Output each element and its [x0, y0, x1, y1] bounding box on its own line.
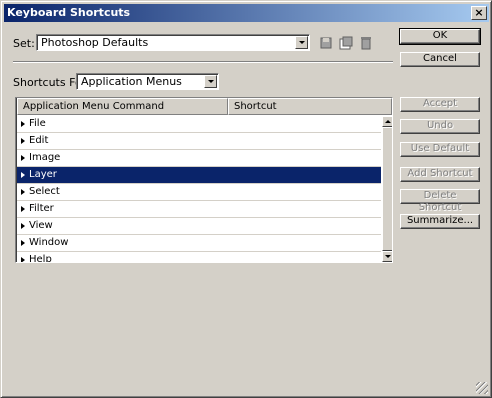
save-set-icon[interactable] [319, 36, 333, 50]
list-item[interactable]: Window [17, 235, 381, 252]
set-dropdown[interactable]: Photoshop Defaults [36, 34, 310, 51]
list-item-label: Layer [29, 169, 57, 180]
summarize-button[interactable]: Summarize... [400, 214, 480, 229]
expand-triangle-icon[interactable] [21, 223, 25, 229]
undo-button[interactable]: Undo [400, 119, 480, 134]
list-item-label: Select [29, 186, 60, 197]
scroll-thumb[interactable] [382, 127, 392, 251]
shortcut-list[interactable]: Application Menu Command Shortcut File Ed… [15, 97, 393, 263]
cancel-button[interactable]: Cancel [400, 52, 480, 67]
list-item[interactable]: Edit [17, 133, 381, 150]
scroll-down-icon[interactable] [382, 251, 392, 262]
list-item[interactable]: Image [17, 150, 381, 167]
save-as-set-icon[interactable] [339, 36, 353, 50]
expand-triangle-icon[interactable] [21, 257, 25, 262]
close-icon[interactable]: × [471, 6, 487, 20]
title-bar: Keyboard Shortcuts × [4, 4, 489, 22]
list-item-label: File [29, 118, 46, 129]
resize-grip-icon[interactable] [476, 382, 488, 394]
expand-triangle-icon[interactable] [21, 121, 25, 127]
list-item-label: Image [29, 152, 61, 163]
use-default-button[interactable]: Use Default [400, 142, 480, 157]
expand-triangle-icon[interactable] [21, 240, 25, 246]
list-item-label: Window [29, 237, 69, 248]
expand-triangle-icon[interactable] [21, 172, 25, 178]
command-rows: File Edit Image Layer Select Filter View Window… [17, 116, 381, 263]
column-header-shortcut[interactable]: Shortcut [228, 98, 392, 115]
expand-triangle-icon[interactable] [21, 155, 25, 161]
list-item-label: Help [29, 254, 52, 263]
shortcuts-for-dropdown[interactable]: Application Menus [76, 73, 219, 90]
list-item-label: Filter [29, 203, 54, 214]
expand-triangle-icon[interactable] [21, 189, 25, 195]
shortcuts-for-value: Application Menus [81, 75, 182, 88]
column-header-command[interactable]: Application Menu Command [17, 98, 228, 115]
scroll-up-icon[interactable] [382, 116, 392, 127]
vertical-scrollbar[interactable] [382, 116, 392, 262]
expand-triangle-icon[interactable] [21, 206, 25, 212]
delete-set-icon[interactable] [359, 36, 373, 50]
separator [13, 61, 393, 63]
list-item[interactable]: Select [17, 184, 381, 201]
accept-button[interactable]: Accept [400, 97, 480, 112]
keyboard-shortcuts-dialog: Keyboard Shortcuts × Set: Photoshop Defa… [0, 0, 492, 398]
ok-button[interactable]: OK [399, 28, 481, 45]
list-item[interactable]: File [17, 116, 381, 133]
chevron-down-icon[interactable] [295, 36, 308, 49]
set-label: Set: [13, 37, 35, 50]
list-item[interactable]: Help [17, 252, 381, 263]
list-item[interactable]: View [17, 218, 381, 235]
dialog-title: Keyboard Shortcuts [7, 6, 131, 19]
set-value: Photoshop Defaults [41, 36, 149, 49]
list-item-label: View [29, 220, 53, 231]
list-item[interactable]: Filter [17, 201, 381, 218]
delete-shortcut-button[interactable]: Delete Shortcut [400, 189, 480, 213]
list-item-label: Edit [29, 135, 49, 146]
expand-triangle-icon[interactable] [21, 138, 25, 144]
chevron-down-icon[interactable] [204, 75, 217, 88]
list-item[interactable]: Layer [17, 167, 381, 184]
add-shortcut-button[interactable]: Add Shortcut [400, 167, 480, 182]
